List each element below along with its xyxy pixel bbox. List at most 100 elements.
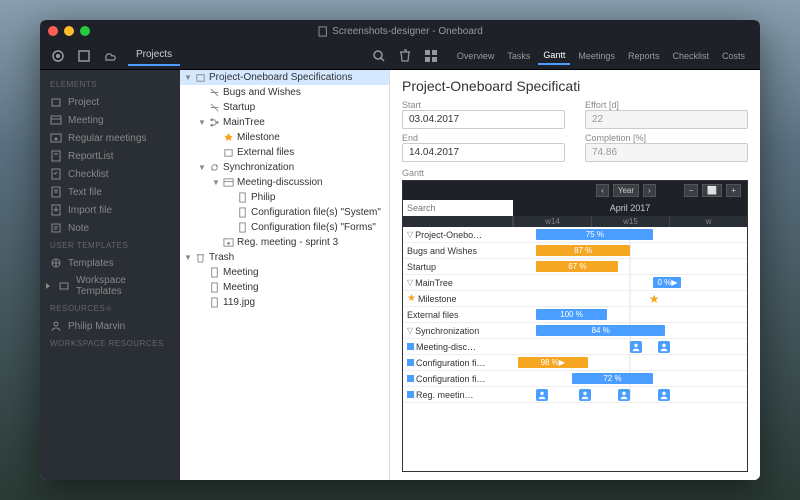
minimize-button[interactable] [64, 26, 74, 36]
person-icon[interactable] [630, 341, 642, 353]
chevron-down-icon[interactable]: ▽ [407, 230, 413, 239]
completion-label: Completion [%] [585, 133, 748, 143]
sidebar-item-templates[interactable]: Templates [40, 254, 180, 272]
chevron-down-icon[interactable]: ▼ [198, 118, 206, 127]
gantt-row-label[interactable]: Reg. meetin… [403, 390, 513, 400]
window-title: Screenshots-designer - Oneboard [317, 26, 483, 37]
tree-item[interactable]: ▼MainTree [180, 115, 389, 130]
view-tab-meetings[interactable]: Meetings [573, 48, 620, 64]
gantt-bar[interactable]: 0 % ▶ [653, 277, 681, 288]
sidebar-item-import-file[interactable]: Import file [40, 201, 180, 219]
tree-item[interactable]: Configuration file(s) "Forms" [180, 220, 389, 235]
chevron-down-icon[interactable]: ▼ [212, 178, 220, 187]
tree-item[interactable]: Reg. meeting - sprint 3 [180, 235, 389, 250]
tree-item[interactable]: Meeting [180, 265, 389, 280]
save-icon[interactable] [76, 48, 92, 64]
gantt-bar[interactable]: 72 % [572, 373, 654, 384]
sidebar-item-note[interactable]: Note [40, 219, 180, 237]
milestone-marker[interactable]: ★ [649, 292, 660, 306]
gantt-row-label[interactable]: ★Milestone [403, 293, 513, 304]
gantt-bar[interactable]: 98 % ▶ [518, 357, 588, 368]
trash-icon[interactable] [397, 48, 413, 64]
sidebar-item-text-file[interactable]: Text file [40, 183, 180, 201]
gantt-row-label[interactable]: Configuration fi… [403, 374, 513, 384]
gantt-bar[interactable]: 87 % [536, 245, 630, 256]
person-icon[interactable] [618, 389, 630, 401]
add-icon[interactable]: ⊕ [105, 304, 112, 313]
chevron-down-icon[interactable]: ▼ [184, 73, 192, 82]
gantt-row-label[interactable]: External files [403, 310, 513, 320]
sidebar-item-label: Philip Marvin [68, 321, 125, 332]
sidebar-item-philip-marvin[interactable]: Philip Marvin [40, 317, 180, 335]
gantt-row-label[interactable]: Startup [403, 262, 513, 272]
gantt-reset-button[interactable]: ⬜ [702, 184, 722, 197]
tree-item[interactable]: Meeting [180, 280, 389, 295]
gantt-row-label[interactable]: ▽Synchronization [403, 326, 513, 336]
projects-tab[interactable]: Projects [128, 45, 180, 66]
tree-item[interactable]: ▼Synchronization [180, 160, 389, 175]
gantt-chart: ‹ Year › − ⬜ + April 2017 w14w15w ▽Proje… [402, 180, 748, 472]
view-tab-gantt[interactable]: Gantt [538, 47, 570, 65]
sidebar-item-regular-meetings[interactable]: Regular meetings [40, 129, 180, 147]
tree-item[interactable]: Startup [180, 100, 389, 115]
gear-icon[interactable] [50, 48, 66, 64]
tree-item[interactable]: External files [180, 145, 389, 160]
tree-item[interactable]: Milestone [180, 130, 389, 145]
tree-item[interactable]: Philip [180, 190, 389, 205]
view-tab-costs[interactable]: Costs [717, 48, 750, 64]
view-tab-tasks[interactable]: Tasks [502, 48, 535, 64]
gantt-row-label[interactable]: Meeting-disc… [403, 342, 513, 352]
gantt-bar[interactable]: 75 % [536, 229, 653, 240]
gantt-scale-select[interactable]: Year [613, 184, 639, 197]
tree-item-label: External files [237, 147, 294, 158]
tree-item[interactable]: ▼Trash [180, 250, 389, 265]
person-icon[interactable] [579, 389, 591, 401]
person-icon[interactable] [536, 389, 548, 401]
end-date-input[interactable]: 14.04.2017 [402, 143, 565, 162]
grid-icon[interactable] [423, 48, 439, 64]
maximize-button[interactable] [80, 26, 90, 36]
sidebar-item-meeting[interactable]: Meeting [40, 111, 180, 129]
gantt-zoom-out-button[interactable]: − [684, 184, 699, 197]
gantt-bar[interactable]: 67 % [536, 261, 618, 272]
gantt-bar[interactable]: 100 % [536, 309, 606, 320]
sidebar-item-reportlist[interactable]: ReportList [40, 147, 180, 165]
start-date-input[interactable]: 03.04.2017 [402, 110, 565, 129]
cloud-icon[interactable] [102, 48, 118, 64]
gantt-row-label[interactable]: Bugs and Wishes [403, 246, 513, 256]
view-tab-reports[interactable]: Reports [623, 48, 665, 64]
view-tab-overview[interactable]: Overview [452, 48, 500, 64]
gantt-next-button[interactable]: › [643, 184, 656, 197]
tree-item[interactable]: Configuration file(s) "System" [180, 205, 389, 220]
project-tree: ▼Project-Oneboard SpecificationsBugs and… [180, 70, 390, 480]
gantt-search-input[interactable] [403, 200, 513, 216]
person-icon[interactable] [658, 341, 670, 353]
search-icon[interactable] [371, 48, 387, 64]
sidebar-item-checklist[interactable]: Checklist [40, 165, 180, 183]
sidebar-item-workspace-templates[interactable]: Workspace Templates [40, 272, 180, 300]
tree-icon [209, 117, 220, 128]
gantt-prev-button[interactable]: ‹ [596, 184, 609, 197]
gantt-row: Meeting-disc… [403, 339, 747, 355]
gantt-bar-area: 100 % [513, 307, 747, 322]
view-tab-checklist[interactable]: Checklist [667, 48, 714, 64]
gantt-row-label[interactable]: ▽MainTree [403, 278, 513, 288]
gantt-bar[interactable]: 84 % [536, 325, 665, 336]
gantt-row-label[interactable]: ▽Project-Onebo… [403, 230, 513, 240]
toolbar: Projects OverviewTasksGanttMeetingsRepor… [40, 42, 760, 70]
person-icon[interactable] [658, 389, 670, 401]
chevron-down-icon[interactable]: ▼ [198, 163, 206, 172]
gantt-row-label[interactable]: Configuration fi… [403, 358, 513, 368]
doc-icon [237, 192, 248, 203]
tree-item[interactable]: ▼Project-Oneboard Specifications [180, 70, 389, 85]
main-panel: Project-Oneboard Specificati Start 03.04… [390, 70, 760, 480]
sidebar-item-project[interactable]: Project [40, 93, 180, 111]
tree-item[interactable]: ▼Meeting-discussion [180, 175, 389, 190]
gantt-zoom-in-button[interactable]: + [726, 184, 741, 197]
chevron-down-icon[interactable]: ▽ [407, 326, 413, 335]
close-button[interactable] [48, 26, 58, 36]
tree-item[interactable]: Bugs and Wishes [180, 85, 389, 100]
chevron-down-icon[interactable]: ▽ [407, 278, 413, 287]
tree-item[interactable]: 119.jpg [180, 295, 389, 310]
chevron-down-icon[interactable]: ▼ [184, 253, 192, 262]
